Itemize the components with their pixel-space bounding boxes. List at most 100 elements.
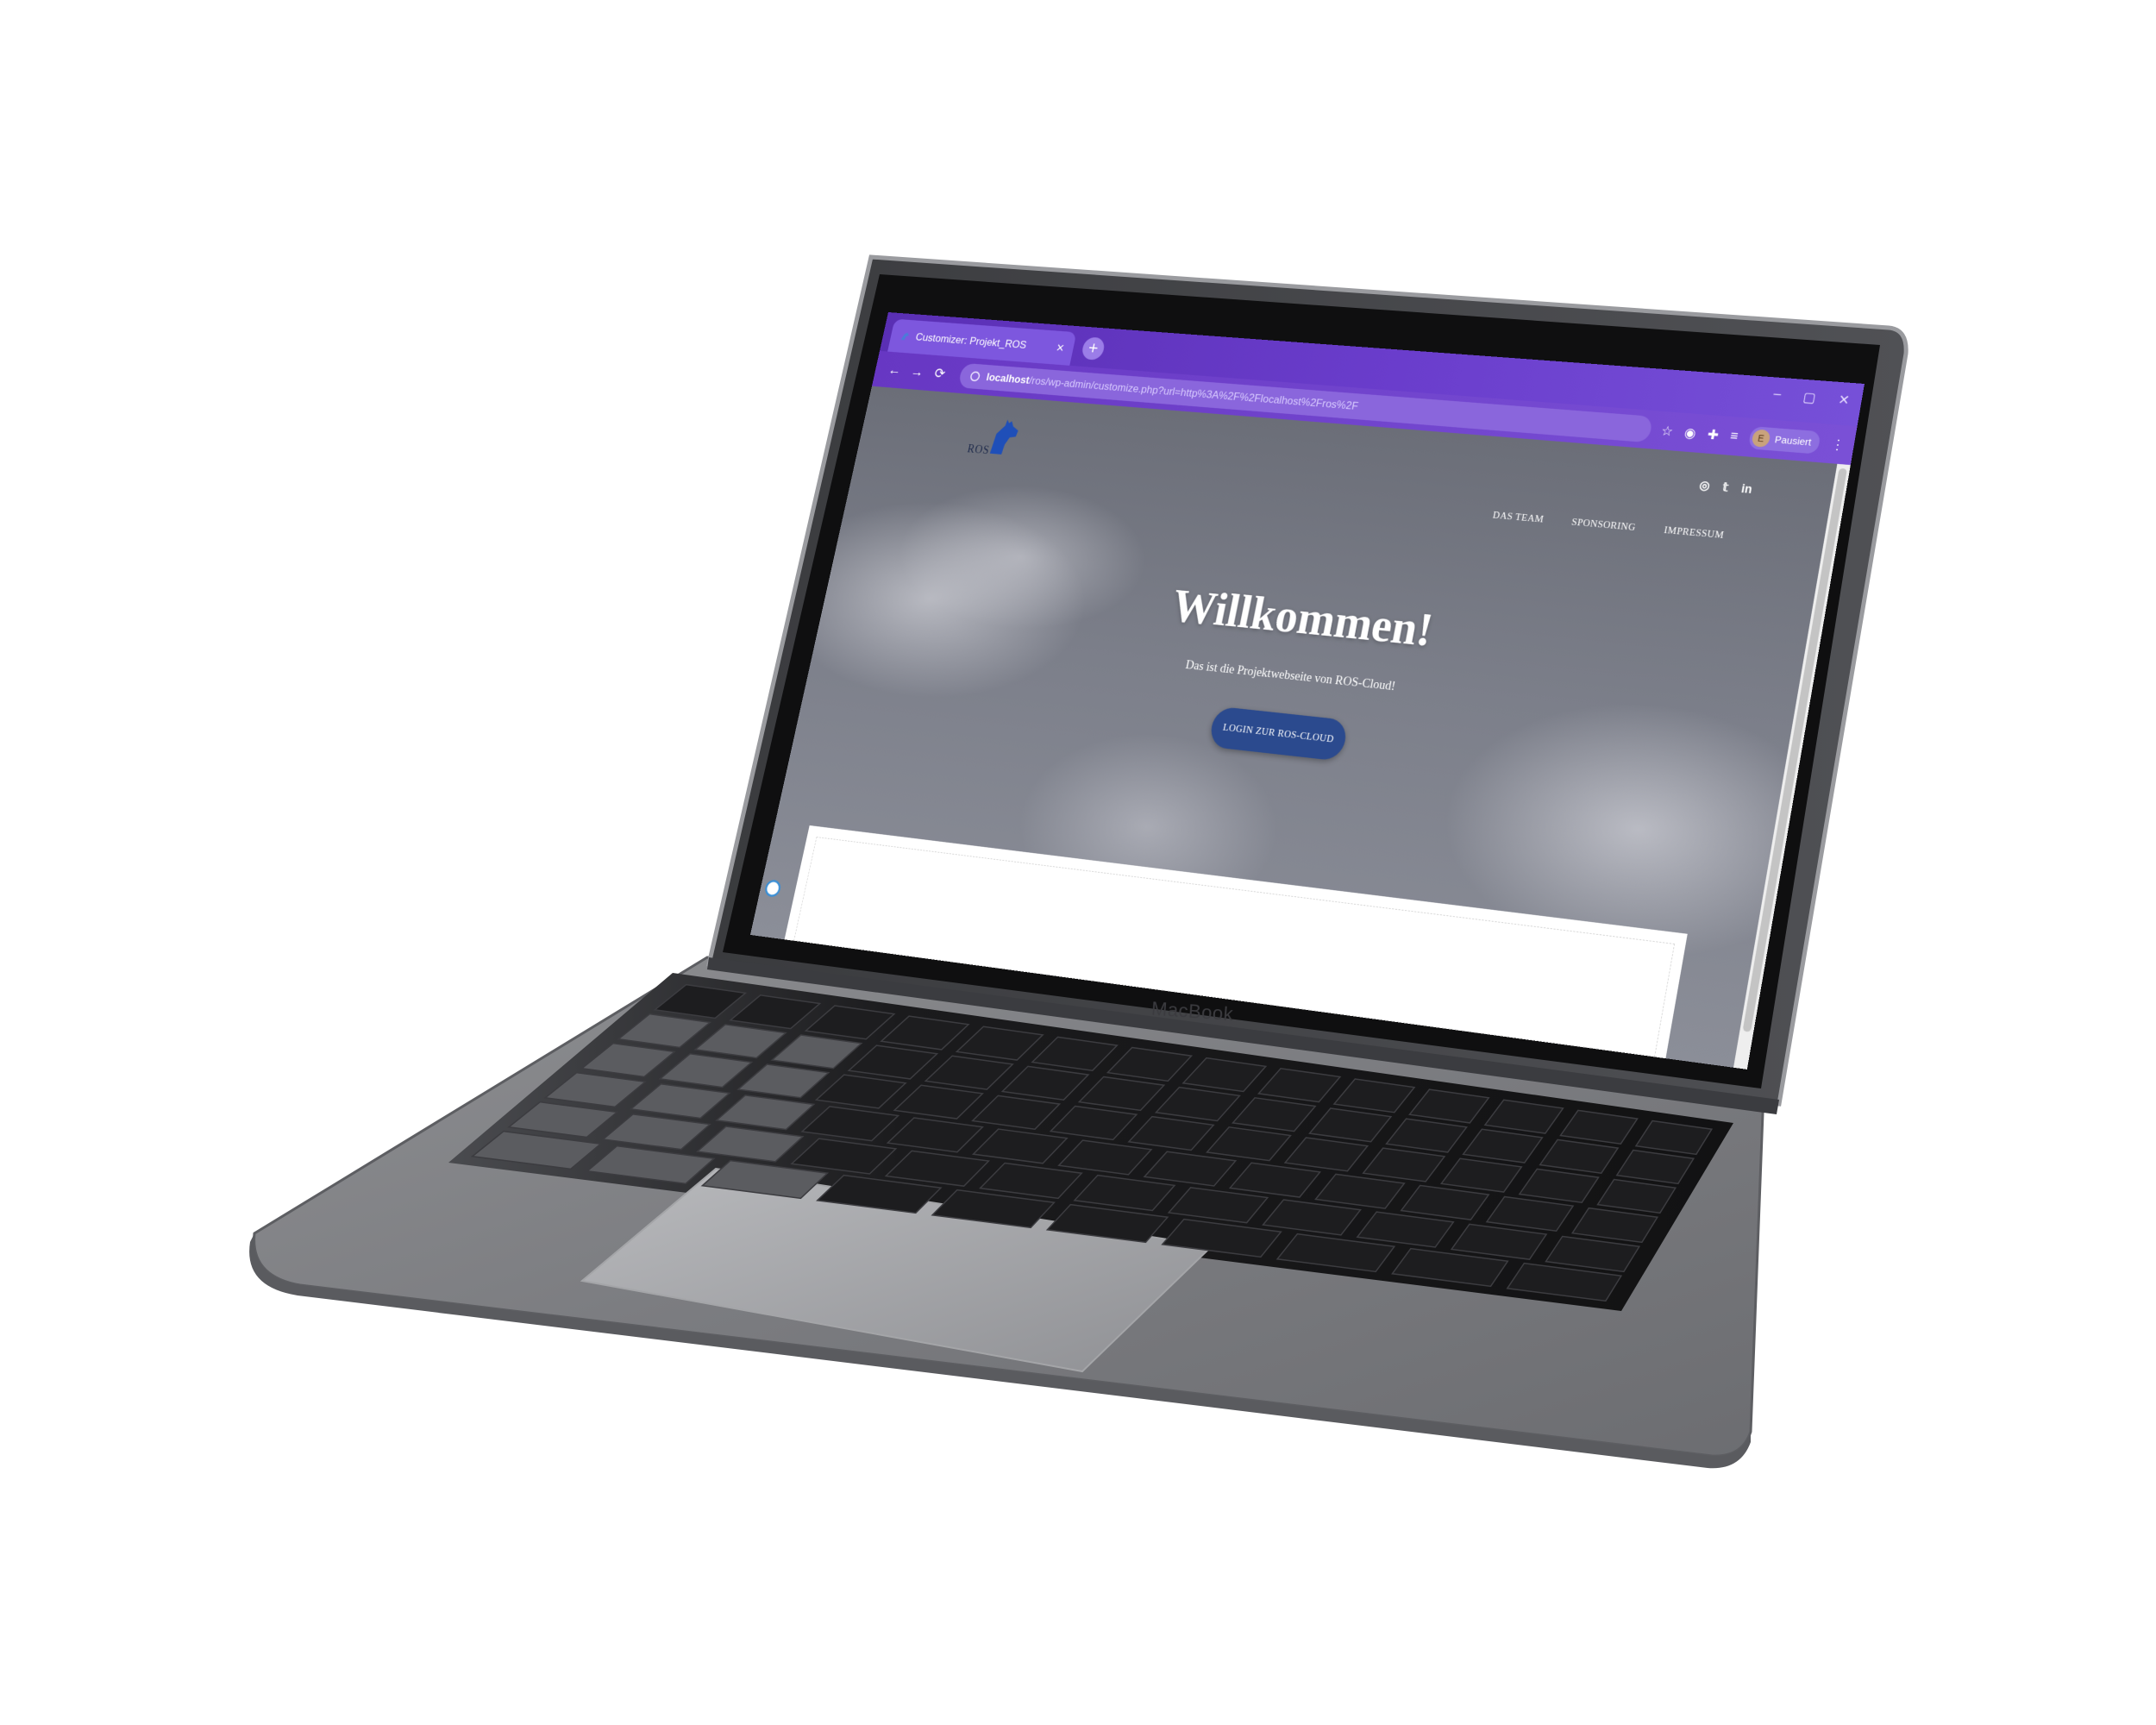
keyboard-key bbox=[880, 1015, 970, 1051]
maximize-icon[interactable]: ▢ bbox=[1802, 389, 1817, 406]
keyboard-key bbox=[1356, 1211, 1455, 1248]
linkedin-icon[interactable]: in bbox=[1740, 482, 1753, 497]
toolbar-icons: ☆ ◉ ✚ ≡ E Pausiert ⋮ bbox=[1659, 419, 1846, 456]
keyboard-key bbox=[653, 983, 748, 1019]
keyboard-key bbox=[955, 1026, 1044, 1061]
nav-das-team[interactable]: DAS TEAM bbox=[1492, 510, 1545, 525]
new-tab-button[interactable]: + bbox=[1080, 336, 1106, 361]
avatar: E bbox=[1751, 429, 1771, 448]
keyboard-key bbox=[586, 1145, 716, 1185]
edit-shortcut-icon[interactable] bbox=[763, 879, 782, 898]
profile-status: Pausiert bbox=[1773, 433, 1813, 448]
keyboard-key bbox=[1400, 1184, 1490, 1220]
keyboard-key bbox=[886, 1117, 984, 1153]
keyboard-key bbox=[1539, 1138, 1620, 1174]
keyboard-key bbox=[1485, 1195, 1575, 1233]
keyboard-key bbox=[1154, 1086, 1241, 1122]
keyboard-key bbox=[1231, 1097, 1317, 1132]
reload-icon[interactable]: ⟳ bbox=[927, 365, 953, 382]
keyboard-key bbox=[1332, 1078, 1416, 1113]
laptop-mockup: Customizer: Projekt_ROS × + – ▢ ✕ ← → ⟳ … bbox=[0, 0, 2156, 1725]
keyboard-key bbox=[884, 1150, 991, 1187]
close-icon[interactable]: × bbox=[1055, 340, 1065, 356]
keyboard-key bbox=[924, 1055, 1014, 1090]
login-button[interactable]: LOGIN ZUR ROS-CLOUD bbox=[1207, 706, 1350, 762]
social-links: ◎ 𝕥 in bbox=[1698, 479, 1753, 497]
keyboard-key bbox=[1308, 1107, 1393, 1143]
keyboard-key bbox=[1228, 1162, 1322, 1198]
profile-button[interactable]: E Pausiert bbox=[1747, 426, 1821, 455]
keyboard-key bbox=[770, 1034, 863, 1070]
keyboard-key bbox=[1073, 1174, 1176, 1212]
minimize-icon[interactable]: – bbox=[1772, 386, 1782, 404]
horse-icon bbox=[900, 332, 910, 341]
keyboard-key bbox=[1559, 1109, 1639, 1145]
extension-icon[interactable]: ◉ bbox=[1683, 424, 1698, 442]
keyboard-key bbox=[1167, 1187, 1269, 1224]
keyboard-key bbox=[978, 1162, 1083, 1200]
keyboard-key bbox=[1181, 1057, 1268, 1093]
keyboard-key bbox=[1483, 1099, 1564, 1134]
keyboard-key bbox=[814, 1074, 907, 1109]
keyboard-key bbox=[1634, 1120, 1714, 1156]
main-navigation: DAS TEAM SPONSORING IMPRESSUM bbox=[1492, 510, 1725, 541]
keyboard-key bbox=[971, 1095, 1062, 1130]
keyboard-key bbox=[800, 1106, 900, 1142]
instagram-icon[interactable]: ◎ bbox=[1698, 479, 1711, 493]
keyboard-key bbox=[971, 1128, 1069, 1164]
keyboard-key bbox=[715, 1095, 816, 1131]
keyboard-key bbox=[804, 1005, 896, 1040]
keyboard-key bbox=[1049, 1105, 1138, 1141]
keyboard-key bbox=[1596, 1178, 1677, 1214]
keyboard-key bbox=[1408, 1088, 1490, 1124]
keyboard-key bbox=[693, 1024, 787, 1059]
keyboard-key bbox=[1283, 1137, 1369, 1172]
puzzle-icon[interactable]: ✚ bbox=[1706, 426, 1720, 443]
keyboard-key bbox=[736, 1063, 830, 1099]
keyboard-key bbox=[847, 1044, 939, 1080]
keyboard-key bbox=[629, 1082, 731, 1120]
keyboard-key bbox=[1143, 1151, 1238, 1187]
keyboard-key bbox=[617, 1013, 712, 1049]
keyboard-key bbox=[601, 1113, 711, 1151]
keyboard-key bbox=[1031, 1036, 1119, 1071]
star-icon[interactable]: ☆ bbox=[1660, 423, 1675, 440]
keyboard-key bbox=[1615, 1149, 1695, 1185]
keyboard-key bbox=[1362, 1147, 1446, 1182]
url-host: localhost bbox=[985, 371, 1031, 386]
keyboard-key bbox=[658, 1053, 754, 1088]
site-logo[interactable]: ROS bbox=[965, 415, 1026, 464]
keyboard-key bbox=[1106, 1046, 1194, 1082]
info-icon[interactable] bbox=[969, 371, 981, 382]
keyboard-key bbox=[1462, 1128, 1544, 1164]
tab-title: Customizer: Projekt_ROS bbox=[914, 330, 1028, 351]
nav-sponsoring[interactable]: SPONSORING bbox=[1570, 517, 1636, 533]
keyboard-key bbox=[1127, 1115, 1215, 1151]
keyboard-key bbox=[1257, 1068, 1342, 1103]
reading-list-icon[interactable]: ≡ bbox=[1729, 429, 1739, 444]
keyboard-key bbox=[580, 1042, 677, 1078]
nav-impressum[interactable]: IMPRESSUM bbox=[1663, 525, 1725, 542]
keyboard-key bbox=[1518, 1168, 1600, 1203]
menu-icon[interactable]: ⋮ bbox=[1830, 436, 1846, 454]
keyboard-key bbox=[1439, 1157, 1523, 1193]
keyboard-key bbox=[790, 1138, 898, 1175]
keyboard-key bbox=[1385, 1118, 1468, 1153]
window-controls: – ▢ ✕ bbox=[1772, 386, 1851, 409]
keyboard-key bbox=[1450, 1223, 1548, 1260]
keyboard-key bbox=[729, 994, 822, 1030]
keyboard-key bbox=[507, 1101, 619, 1138]
keyboard-key bbox=[543, 1071, 647, 1108]
logo-text: ROS bbox=[966, 442, 991, 457]
keyboard-key bbox=[695, 1126, 805, 1163]
close-window-icon[interactable]: ✕ bbox=[1837, 392, 1851, 409]
horse-logo-icon bbox=[989, 419, 1020, 456]
keyboard-key bbox=[1000, 1065, 1090, 1101]
keyboard-key bbox=[1077, 1076, 1166, 1112]
keyboard-key bbox=[1545, 1235, 1641, 1273]
keyboard-key bbox=[1057, 1139, 1153, 1176]
keyboard-key bbox=[1314, 1173, 1406, 1209]
keyboard-key bbox=[1206, 1126, 1292, 1162]
twitter-icon[interactable]: 𝕥 bbox=[1721, 480, 1729, 495]
screen: Customizer: Projekt_ROS × + – ▢ ✕ ← → ⟳ … bbox=[749, 312, 1865, 1070]
